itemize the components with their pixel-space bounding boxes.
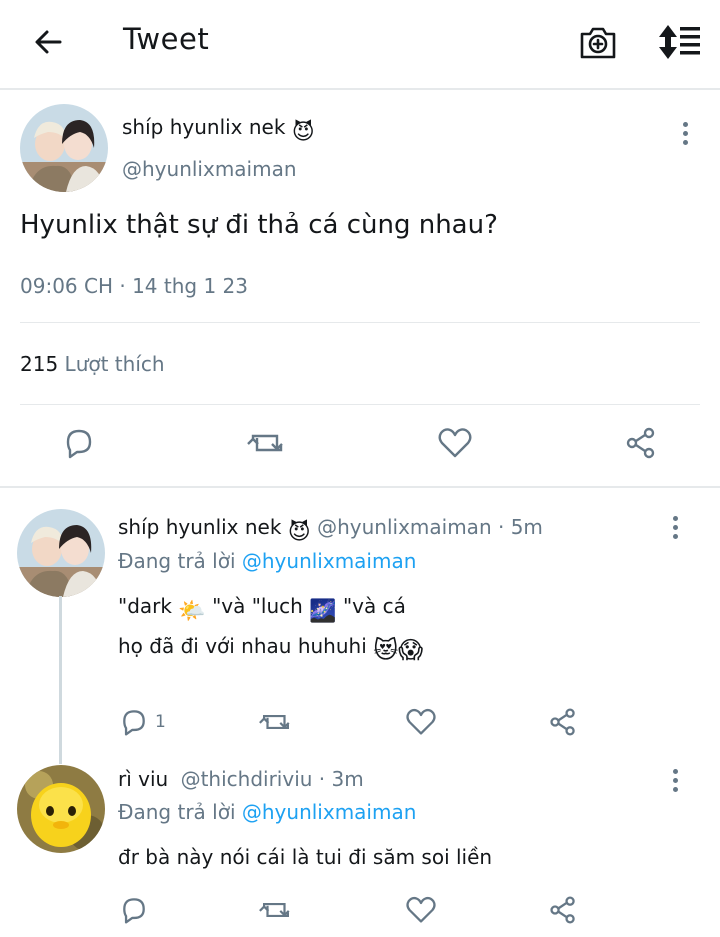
reply-count: 1 [155, 712, 166, 732]
sort-button[interactable] [656, 22, 704, 62]
tweet-text: Hyunlix thật sự đi thả cá cùng nhau? [20, 210, 498, 240]
reply-handle: @hyunlixmaiman [317, 515, 492, 539]
like-button[interactable] [405, 707, 437, 737]
devil-emoji: 😈 [291, 120, 315, 145]
sort-arrows-icon [659, 25, 700, 59]
like-button[interactable] [405, 895, 437, 925]
retweet-button[interactable] [259, 895, 293, 925]
arrow-left-icon [35, 30, 62, 54]
reply-avatar[interactable] [17, 509, 105, 597]
reply-text-line: "dark 🌤️ "và "luch 🌌 "và cá [118, 589, 423, 629]
share-icon [626, 427, 655, 459]
top-bar: Tweet [0, 0, 720, 90]
camera-add-icon [580, 27, 616, 59]
sun-behind-cloud-emoji: 🌤️ [178, 599, 206, 624]
author-handle[interactable]: @hyunlixmaiman [122, 157, 297, 181]
share-button[interactable] [624, 426, 658, 460]
reply-avatar[interactable] [17, 765, 105, 853]
reply-header[interactable]: shíp hyunlix nek 😈 @hyunlixmaiman · 5m [118, 515, 543, 545]
tweet-timestamp: 09:06 CH · 14 thg 1 23 [20, 274, 248, 298]
retweet-icon [259, 714, 290, 730]
share-icon [550, 708, 575, 736]
reply-icon [123, 898, 145, 924]
reply-button[interactable] [62, 426, 96, 460]
replying-to-link[interactable]: @hyunlixmaiman [242, 800, 417, 824]
camera-button[interactable] [578, 22, 618, 62]
reply-text: "dark 🌤️ "và "luch 🌌 "và cá họ đã đi với… [118, 589, 423, 667]
tweet-more-menu-button[interactable] [673, 116, 697, 150]
back-button[interactable] [26, 22, 70, 62]
reply-text: đr bà này nói cái là tui đi săm soi liền [118, 845, 493, 869]
likes-stat[interactable]: 215 Lượt thích [20, 352, 165, 376]
reply-button[interactable] [119, 895, 155, 925]
author-name[interactable]: shíp hyunlix nek 😈 [122, 115, 315, 145]
divider [20, 322, 700, 323]
heart-eyes-cat-scream-emoji: 😻😱 [373, 636, 424, 664]
likes-label: Lượt thích [64, 352, 165, 376]
reply-handle: @thichdiriviu [180, 767, 313, 791]
replying-to-line: Đang trả lời @hyunlixmaiman [118, 800, 417, 824]
heart-icon [406, 896, 436, 923]
reply-more-menu-button[interactable] [663, 510, 687, 544]
replying-to-line: Đang trả lời @hyunlixmaiman [118, 549, 417, 573]
section-divider [0, 486, 720, 488]
likes-count: 215 [20, 352, 59, 376]
reply-button[interactable]: 1 [119, 707, 166, 737]
retweet-icon [259, 902, 290, 918]
retweet-icon [247, 434, 283, 452]
share-button[interactable] [548, 707, 578, 737]
author-avatar[interactable] [20, 104, 108, 192]
reply-icon [66, 429, 92, 459]
reply-icon [123, 710, 145, 736]
heart-icon [438, 428, 472, 458]
replying-to-link[interactable]: @hyunlixmaiman [242, 549, 417, 573]
retweet-button[interactable] [247, 426, 287, 460]
reply-more-menu-button[interactable] [663, 763, 687, 797]
share-icon [550, 896, 575, 924]
reply-header[interactable]: rì viu @thichdiriviu · 3m [118, 767, 364, 791]
reply-text-line: họ đã đi với nhau huhuhi 😻😱 [118, 629, 423, 667]
page-title: Tweet [123, 22, 210, 56]
heart-icon [406, 708, 436, 735]
retweet-button[interactable] [259, 707, 293, 737]
reply-time: · 3m [318, 767, 364, 791]
reply-time: · 5m [497, 515, 543, 539]
share-button[interactable] [548, 895, 578, 925]
devil-emoji: 😈 [287, 520, 311, 545]
like-button[interactable] [437, 426, 473, 460]
milky-way-emoji: 🌌 [309, 599, 337, 624]
divider [20, 404, 700, 405]
thread-line [59, 596, 62, 764]
